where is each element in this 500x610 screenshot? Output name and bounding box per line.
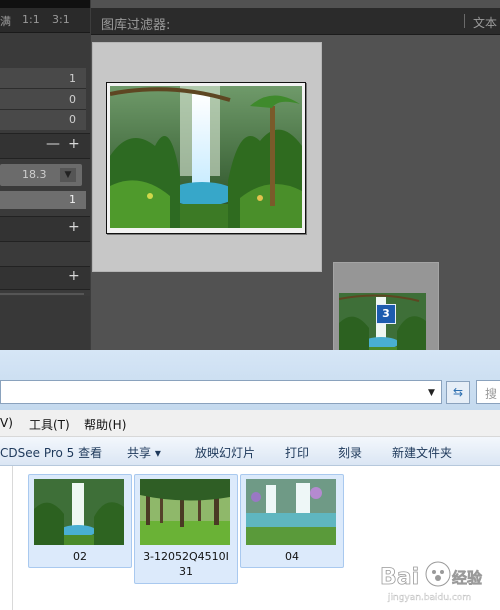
drag-count-badge: 3 <box>376 304 396 324</box>
new-folder-button[interactable]: 新建文件夹 <box>392 444 452 461</box>
add-folder-icon[interactable]: + <box>68 136 80 152</box>
burn-button[interactable]: 刻录 <box>338 444 362 461</box>
filter-separator <box>464 14 465 28</box>
catalog-count: 1 <box>69 72 76 85</box>
panel-top-strip <box>0 0 90 8</box>
collections-body <box>0 243 90 261</box>
refresh-icon[interactable]: ⇆ <box>446 381 470 404</box>
menu-view[interactable]: V) <box>0 416 13 430</box>
remove-folder-icon[interactable]: — <box>46 136 60 152</box>
svg-text:经验: 经验 <box>452 569 483 587</box>
divider <box>0 88 86 89</box>
zoom-1-1[interactable]: 1:1 <box>22 13 40 26</box>
svg-text:Bai: Bai <box>380 565 419 590</box>
file-item[interactable]: 02 <box>28 474 132 568</box>
volume-value: 18.3 <box>22 168 47 181</box>
panel-bottom <box>0 296 90 350</box>
fill-label[interactable]: 满 <box>0 13 11 29</box>
navigator-header: 满 1:1 3:1 <box>0 8 90 33</box>
folder-row-selected[interactable]: 1 <box>0 191 86 209</box>
lightroom-library: 满 1:1 3:1 1 0 0 — + 18.3 ▼ 1 + + 图库过滤器: … <box>0 0 500 350</box>
menu-tools[interactable]: 工具(T) <box>29 416 70 433</box>
filter-text-tab[interactable]: 文本 <box>473 14 497 31</box>
baidu-watermark: Bai 经验 jingyan.baidu.com <box>380 556 500 606</box>
add-publish-icon[interactable]: + <box>68 268 80 284</box>
address-dropdown-icon[interactable]: ▼ <box>428 388 435 398</box>
filter-title: 图库过滤器: <box>101 18 171 33</box>
left-panel: 满 1:1 3:1 1 0 0 — + 18.3 ▼ 1 + + <box>0 0 90 350</box>
scroll-divider <box>0 293 84 295</box>
command-bar: CDSee Pro 5 查看 共享 ▾ 放映幻灯片 打印 刻录 新建文件夹 <box>0 437 500 466</box>
dropdown-arrow-icon[interactable]: ▼ <box>60 168 76 182</box>
file-name: 3-12052Q4510I 31 <box>143 550 229 578</box>
menu-bar: V) 工具(T) 帮助(H) <box>0 410 500 437</box>
publish-header[interactable]: + <box>0 266 90 290</box>
file-item-selected[interactable]: 3-12052Q4510I 31 <box>134 474 238 584</box>
navigation-pane[interactable] <box>0 466 13 610</box>
file-thumbnail <box>34 479 124 545</box>
folders-header[interactable]: — + <box>0 133 90 159</box>
file-name: 02 <box>73 550 87 563</box>
folder-count: 1 <box>69 193 76 206</box>
search-field[interactable]: 搜 <box>476 380 500 404</box>
address-field[interactable] <box>0 380 442 404</box>
file-thumbnail <box>140 479 230 545</box>
svg-text:jingyan.baidu.com: jingyan.baidu.com <box>387 593 471 603</box>
file-thumbnail <box>246 479 336 545</box>
search-placeholder: 搜 <box>485 387 498 401</box>
catalog-count: 0 <box>69 113 76 126</box>
library-filter-bar: 图库过滤器: 文本 <box>91 8 500 35</box>
add-collection-icon[interactable]: + <box>68 219 80 235</box>
file-item[interactable]: 04 <box>240 474 344 568</box>
volume-dropdown[interactable]: 18.3 ▼ <box>0 164 82 186</box>
share-button[interactable]: 共享 ▾ <box>127 444 161 461</box>
panel-gap <box>0 33 90 67</box>
catalog-list: 1 0 0 <box>0 68 86 130</box>
divider <box>0 109 86 110</box>
open-with-acdsee-button[interactable]: CDSee Pro 5 查看 <box>0 444 102 461</box>
catalog-count: 0 <box>69 93 76 106</box>
file-name: 04 <box>285 550 299 563</box>
print-button[interactable]: 打印 <box>285 444 309 461</box>
zoom-3-1[interactable]: 3:1 <box>52 13 70 26</box>
menu-help[interactable]: 帮助(H) <box>84 416 126 433</box>
collections-header[interactable]: + <box>0 216 90 242</box>
slideshow-button[interactable]: 放映幻灯片 <box>195 444 255 461</box>
baidu-logo: Bai 经验 jingyan.baidu.com <box>380 561 483 603</box>
jungle-waterfall-thumbnail[interactable] <box>110 86 302 228</box>
